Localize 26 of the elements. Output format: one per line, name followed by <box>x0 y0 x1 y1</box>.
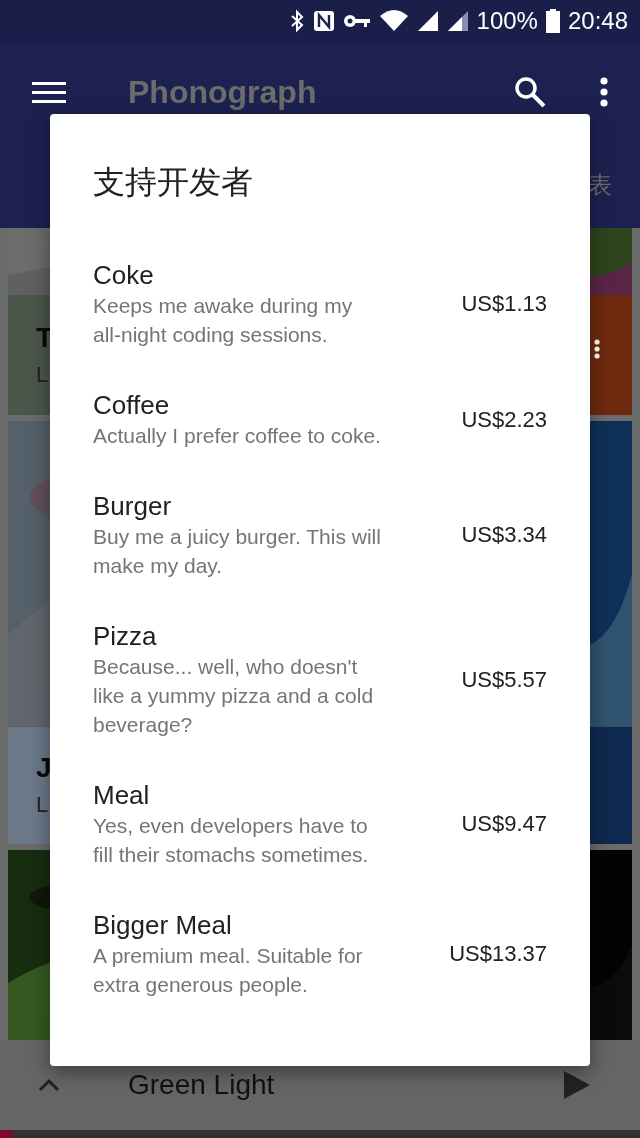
item-description: Actually I prefer coffee to coke. <box>93 423 382 449</box>
item-name: Burger <box>93 490 173 522</box>
price: US$5.57 <box>461 666 547 693</box>
clock: 20:48 <box>567 7 628 35</box>
item-name: Coffee <box>93 389 171 421</box>
item-description: Because... well, who doesn't like a yummy pizza and a cold beverage? <box>93 654 375 738</box>
price: US$3.34 <box>461 522 547 548</box>
price: US$2.23 <box>461 406 547 433</box>
price: US$9.47 <box>461 811 547 837</box>
item-description: A premium meal. Suitable for extra generous people. <box>93 943 364 998</box>
price: US$13.37 <box>449 941 547 967</box>
item-description: Yes, even developers have to fill their stomachs sometimes. <box>93 813 370 868</box>
tab[interactable]: 表 <box>588 169 612 201</box>
item-description: Buy me a juicy burger. This will make my day. <box>93 524 382 579</box>
item-name: Pizza <box>93 620 158 652</box>
song-title: Green Light <box>128 1069 275 1101</box>
item-name: Bigger Meal <box>93 909 233 941</box>
battery-percentage: 100% <box>476 7 538 35</box>
app-title: Phonograph <box>128 73 317 111</box>
price: US$1.13 <box>461 291 547 317</box>
item-name: Coke <box>93 259 155 291</box>
dialog-title: 支持开发者 <box>93 163 254 202</box>
artist-name: L <box>36 792 49 819</box>
item-name: Meal <box>93 779 151 811</box>
album-title: J <box>36 752 52 785</box>
item-description: Keeps me awake during my all-night coding sessions. <box>93 293 354 348</box>
